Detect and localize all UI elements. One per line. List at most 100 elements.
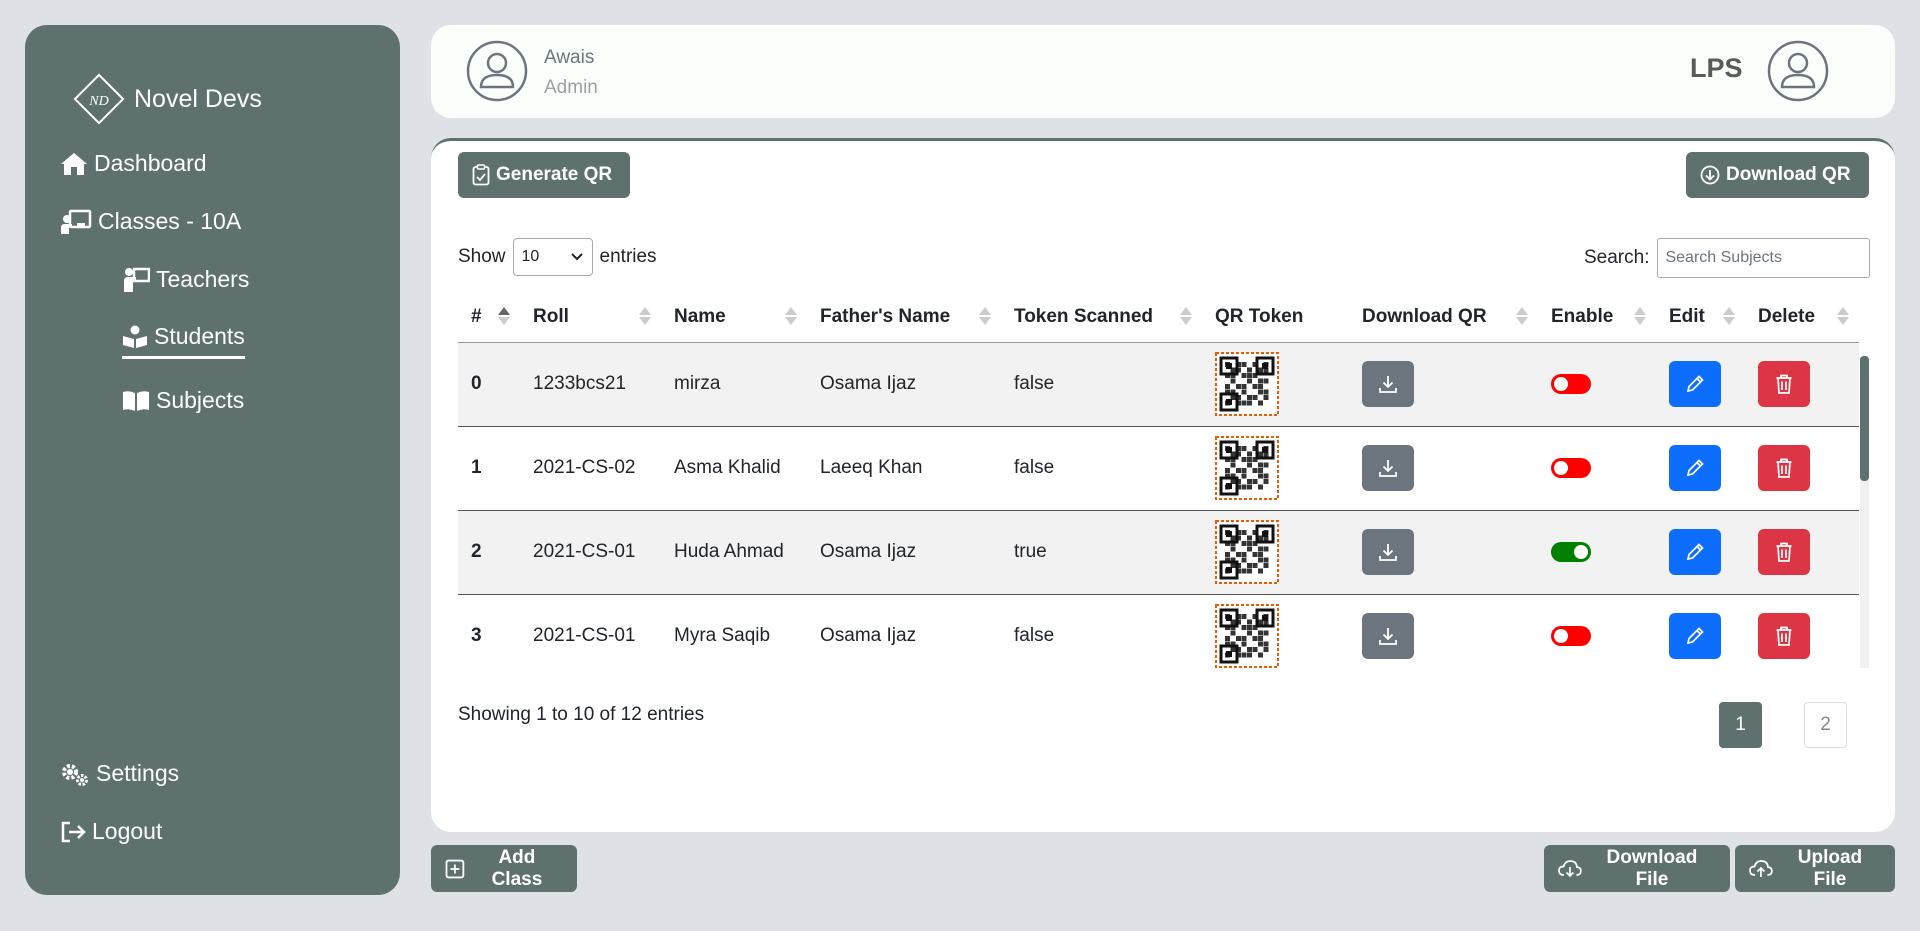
download-qr-button[interactable]: Download QR bbox=[1686, 152, 1869, 198]
sidebar-item-logout[interactable]: Logout bbox=[60, 818, 162, 845]
row-delete-button[interactable] bbox=[1758, 445, 1810, 491]
sidebar-item-settings[interactable]: Settings bbox=[60, 760, 179, 787]
qr-code-icon[interactable] bbox=[1215, 352, 1279, 416]
user-role: Admin bbox=[544, 77, 598, 98]
cloud-download-icon bbox=[1558, 859, 1582, 877]
row-edit-button[interactable] bbox=[1669, 445, 1721, 491]
sort-icon bbox=[785, 307, 797, 325]
sidebar-item-label: Classes - 10A bbox=[98, 208, 242, 234]
sidebar-item-label: Dashboard bbox=[94, 150, 207, 176]
svg-text:ND: ND bbox=[88, 94, 108, 109]
top-header: Awais Admin LPS bbox=[431, 25, 1895, 118]
download-qr-label: Download QR bbox=[1726, 164, 1851, 185]
download-file-button[interactable]: Download File bbox=[1544, 845, 1730, 892]
sort-icon bbox=[1837, 307, 1849, 325]
brand[interactable]: ND Novel Devs bbox=[68, 68, 262, 130]
qr-code-icon[interactable] bbox=[1215, 604, 1279, 668]
sort-icon bbox=[1634, 307, 1646, 325]
sort-icon bbox=[1723, 307, 1735, 325]
cell-token-scanned: false bbox=[1001, 426, 1202, 511]
cell-father-name: Osama Ijaz bbox=[807, 594, 1001, 668]
sidebar-item-subjects[interactable]: Subjects bbox=[122, 387, 244, 414]
qr-code-icon[interactable] bbox=[1215, 436, 1279, 500]
enable-toggle[interactable] bbox=[1551, 374, 1591, 394]
org-avatar-icon[interactable] bbox=[1767, 40, 1829, 102]
generate-qr-button[interactable]: Generate QR bbox=[458, 152, 630, 198]
cell-delete bbox=[1745, 342, 1859, 427]
sidebar-item-label: Settings bbox=[96, 760, 180, 786]
sidebar-item-teachers[interactable]: Teachers bbox=[122, 266, 249, 293]
column-header-name[interactable]: Name bbox=[661, 293, 807, 343]
row-edit-button[interactable] bbox=[1669, 529, 1721, 575]
sidebar: ND Novel Devs Dashboard Classes - 10A Te… bbox=[25, 25, 400, 895]
students-card: Generate QR Download QR Show 10 entries … bbox=[431, 138, 1895, 832]
row-download-qr-button[interactable] bbox=[1362, 529, 1414, 575]
download-circle-icon bbox=[1700, 165, 1720, 185]
cell-delete bbox=[1745, 510, 1859, 595]
user-avatar-icon[interactable] bbox=[466, 40, 528, 102]
column-label: # bbox=[471, 306, 482, 328]
column-header-qr-token[interactable]: QR Token bbox=[1202, 293, 1349, 343]
pencil-icon bbox=[1686, 375, 1704, 393]
search-input[interactable] bbox=[1657, 238, 1871, 278]
gears-icon bbox=[62, 763, 88, 786]
sidebar-item-dashboard[interactable]: Dashboard bbox=[60, 150, 207, 177]
cell-qr-token bbox=[1202, 426, 1349, 511]
page-button-2[interactable]: 2 bbox=[1804, 702, 1847, 748]
column-header-delete[interactable]: Delete bbox=[1745, 293, 1859, 343]
org-name: LPS bbox=[1690, 53, 1743, 83]
upload-file-label: Upload File bbox=[1797, 846, 1863, 890]
column-label: Roll bbox=[533, 306, 569, 328]
cell-name: Asma Khalid bbox=[661, 426, 807, 511]
brand-name: Novel Devs bbox=[134, 84, 262, 113]
column-label: Enable bbox=[1551, 306, 1614, 328]
table-header-row: # Roll Name Father's Name Token Scanned … bbox=[458, 293, 1859, 343]
students-table-wrap: # Roll Name Father's Name Token Scanned … bbox=[458, 293, 1864, 668]
table-row: 1 2021-CS-02 Asma Khalid Laeeq Khan fals… bbox=[458, 426, 1859, 511]
trash-icon bbox=[1776, 626, 1792, 646]
cell-token-scanned: false bbox=[1001, 342, 1202, 427]
table-scrollbar-thumb[interactable] bbox=[1860, 356, 1869, 481]
page-button-1[interactable]: 1 bbox=[1719, 702, 1762, 748]
teacher-icon bbox=[124, 267, 150, 292]
column-header-edit[interactable]: Edit bbox=[1656, 293, 1745, 343]
column-header-download-qr[interactable]: Download QR bbox=[1349, 293, 1538, 343]
row-download-qr-button[interactable] bbox=[1362, 613, 1414, 659]
column-header-father[interactable]: Father's Name bbox=[807, 293, 1001, 343]
row-delete-button[interactable] bbox=[1758, 529, 1810, 575]
row-download-qr-button[interactable] bbox=[1362, 361, 1414, 407]
trash-icon bbox=[1776, 458, 1792, 478]
column-label: Download QR bbox=[1362, 306, 1487, 328]
qr-code-icon[interactable] bbox=[1215, 520, 1279, 584]
toggle-knob bbox=[1574, 545, 1588, 559]
sort-icon bbox=[1180, 307, 1192, 325]
column-header-enable[interactable]: Enable bbox=[1538, 293, 1656, 343]
enable-toggle[interactable] bbox=[1551, 458, 1591, 478]
upload-file-button[interactable]: Upload File bbox=[1735, 845, 1895, 892]
add-class-button[interactable]: Add Class bbox=[431, 845, 577, 892]
sort-icon bbox=[1516, 307, 1528, 325]
row-delete-button[interactable] bbox=[1758, 613, 1810, 659]
row-download-qr-button[interactable] bbox=[1362, 445, 1414, 491]
logout-icon bbox=[61, 821, 86, 842]
column-header-token-scanned[interactable]: Token Scanned bbox=[1001, 293, 1202, 343]
sidebar-item-students[interactable]: Students bbox=[122, 323, 245, 359]
sidebar-item-classes[interactable]: Classes - 10A bbox=[60, 208, 241, 235]
cell-download-qr bbox=[1349, 594, 1538, 668]
row-edit-button[interactable] bbox=[1669, 361, 1721, 407]
column-header-index[interactable]: # bbox=[458, 293, 520, 343]
cell-token-scanned: true bbox=[1001, 510, 1202, 595]
cell-enable bbox=[1538, 594, 1656, 668]
search-label: Search: bbox=[1584, 247, 1650, 268]
sort-icon bbox=[979, 307, 991, 325]
enable-toggle[interactable] bbox=[1551, 542, 1591, 562]
row-edit-button[interactable] bbox=[1669, 613, 1721, 659]
pencil-icon bbox=[1686, 627, 1704, 645]
table-row: 3 2021-CS-01 Myra Saqib Osama Ijaz false bbox=[458, 594, 1859, 668]
cell-index: 3 bbox=[458, 594, 520, 668]
toggle-knob bbox=[1554, 377, 1568, 391]
row-delete-button[interactable] bbox=[1758, 361, 1810, 407]
column-header-roll[interactable]: Roll bbox=[520, 293, 661, 343]
entries-select[interactable]: 10 bbox=[512, 238, 593, 276]
enable-toggle[interactable] bbox=[1551, 626, 1591, 646]
